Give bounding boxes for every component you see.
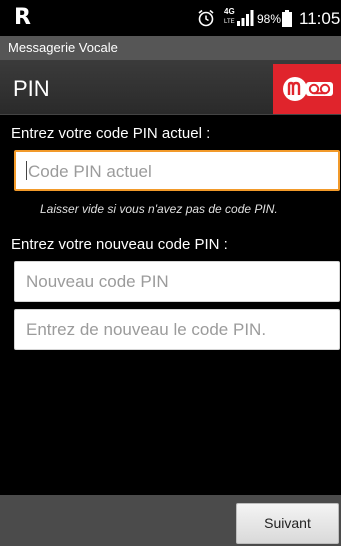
alarm-icon bbox=[197, 9, 215, 32]
confirm-pin-placeholder: Entrez de nouveau le code PIN. bbox=[26, 320, 267, 339]
text-cursor bbox=[26, 161, 27, 180]
signal-icon bbox=[236, 10, 254, 31]
new-pin-placeholder: Nouveau code PIN bbox=[26, 272, 169, 291]
carrier-logo: R bbox=[14, 5, 31, 30]
current-pin-label: Entrez votre code PIN actuel : bbox=[11, 125, 211, 142]
battery-icon bbox=[282, 10, 292, 32]
network-type: 4G LTE bbox=[224, 7, 235, 27]
next-button[interactable]: Suivant bbox=[236, 503, 339, 544]
current-pin-input[interactable]: Code PIN actuel bbox=[14, 150, 340, 191]
current-pin-hint: Laisser vide si vous n'avez pas de code … bbox=[40, 202, 278, 216]
voicemail-logo bbox=[273, 64, 341, 114]
app-title-bar: Messagerie Vocale bbox=[0, 36, 341, 60]
clock: 11:05 bbox=[299, 9, 341, 28]
battery-percent: 98% bbox=[257, 12, 282, 26]
new-pin-input[interactable]: Nouveau code PIN bbox=[14, 261, 340, 302]
network-sub-label: LTE bbox=[224, 19, 235, 25]
confirm-pin-input[interactable]: Entrez de nouveau le code PIN. bbox=[14, 309, 340, 350]
current-pin-placeholder: Code PIN actuel bbox=[28, 162, 152, 181]
app-title: Messagerie Vocale bbox=[8, 40, 118, 55]
network-type-label: 4G bbox=[224, 7, 235, 16]
page-title: PIN bbox=[13, 76, 50, 101]
new-pin-label: Entrez votre nouveau code PIN : bbox=[11, 236, 228, 253]
status-bar: R 4G LTE 98% 11:05 bbox=[0, 0, 341, 36]
